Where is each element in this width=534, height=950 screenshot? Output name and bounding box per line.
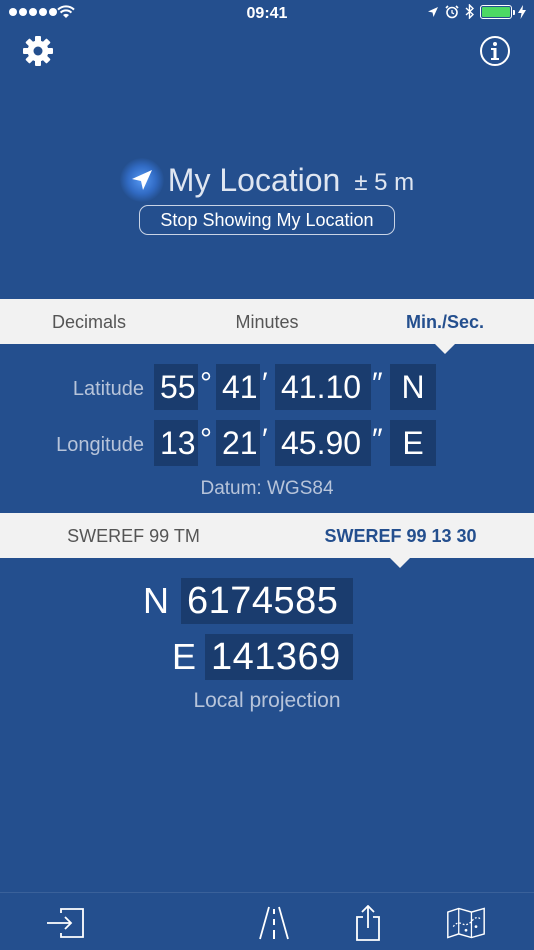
projection-caption: Local projection — [193, 689, 341, 712]
bottom-toolbar — [0, 892, 534, 950]
road-icon[interactable] — [254, 905, 294, 941]
location-arrow-icon — [119, 158, 164, 202]
longitude-label: Longitude — [56, 434, 144, 456]
grid-projection-tabs: SWEREF 99 TM SWEREF 99 13 30 — [0, 513, 534, 558]
longitude-minutes[interactable]: 21 — [216, 420, 260, 466]
tab-decimals[interactable]: Decimals — [0, 299, 178, 344]
location-title: My Location — [167, 161, 341, 198]
degree-symbol: ° — [200, 367, 212, 400]
latitude-degrees[interactable]: 55 — [154, 364, 198, 410]
latitude-minutes[interactable]: 41 — [216, 364, 260, 410]
latitude-label: Latitude — [72, 378, 144, 400]
share-icon[interactable] — [348, 905, 388, 941]
east-label: E — [172, 636, 197, 677]
minute-symbol: ′ — [262, 367, 268, 400]
enter-coordinates-icon[interactable] — [45, 905, 85, 941]
info-icon[interactable] — [478, 34, 512, 68]
tab-minutes[interactable]: Minutes — [178, 299, 356, 344]
longitude-seconds[interactable]: 45.90 — [275, 420, 371, 466]
longitude-hemisphere[interactable]: E — [390, 420, 436, 466]
location-header: My Location ± 5 m — [0, 158, 534, 202]
tab-sweref-99-tm[interactable]: SWEREF 99 TM — [0, 513, 267, 558]
charging-icon — [518, 4, 526, 19]
longitude-degrees[interactable]: 13 — [154, 420, 198, 466]
latitude-hemisphere[interactable]: N — [390, 364, 436, 410]
second-symbol: ″ — [372, 367, 383, 400]
location-accuracy: ± 5 m — [354, 169, 415, 196]
alarm-icon — [445, 4, 459, 18]
location-services-icon — [428, 6, 438, 17]
selected-tab-indicator — [435, 344, 455, 354]
gear-icon[interactable] — [21, 34, 55, 68]
status-right-icons — [427, 4, 526, 19]
latitude-seconds[interactable]: 41.10 — [275, 364, 371, 410]
coordinate-format-tabs: Decimals Minutes Min./Sec. — [0, 299, 534, 344]
tab-sweref-99-13-30[interactable]: SWEREF 99 13 30 — [267, 513, 534, 558]
north-label: N — [143, 580, 169, 621]
bluetooth-icon — [465, 4, 474, 19]
status-bar: 09:41 — [0, 0, 534, 28]
map-icon[interactable] — [446, 905, 486, 941]
north-value[interactable]: 6174585 — [181, 578, 353, 624]
second-symbol: ″ — [372, 423, 383, 456]
minute-symbol: ′ — [262, 423, 268, 456]
stop-showing-location-button[interactable]: Stop Showing My Location — [139, 205, 395, 235]
datum-label: Datum: WGS84 — [200, 478, 334, 499]
east-value[interactable]: 141369 — [205, 634, 353, 680]
degree-symbol: ° — [200, 423, 212, 456]
tab-min-sec[interactable]: Min./Sec. — [356, 299, 534, 344]
battery-icon — [480, 4, 515, 19]
selected-grid-tab-indicator — [390, 558, 410, 568]
